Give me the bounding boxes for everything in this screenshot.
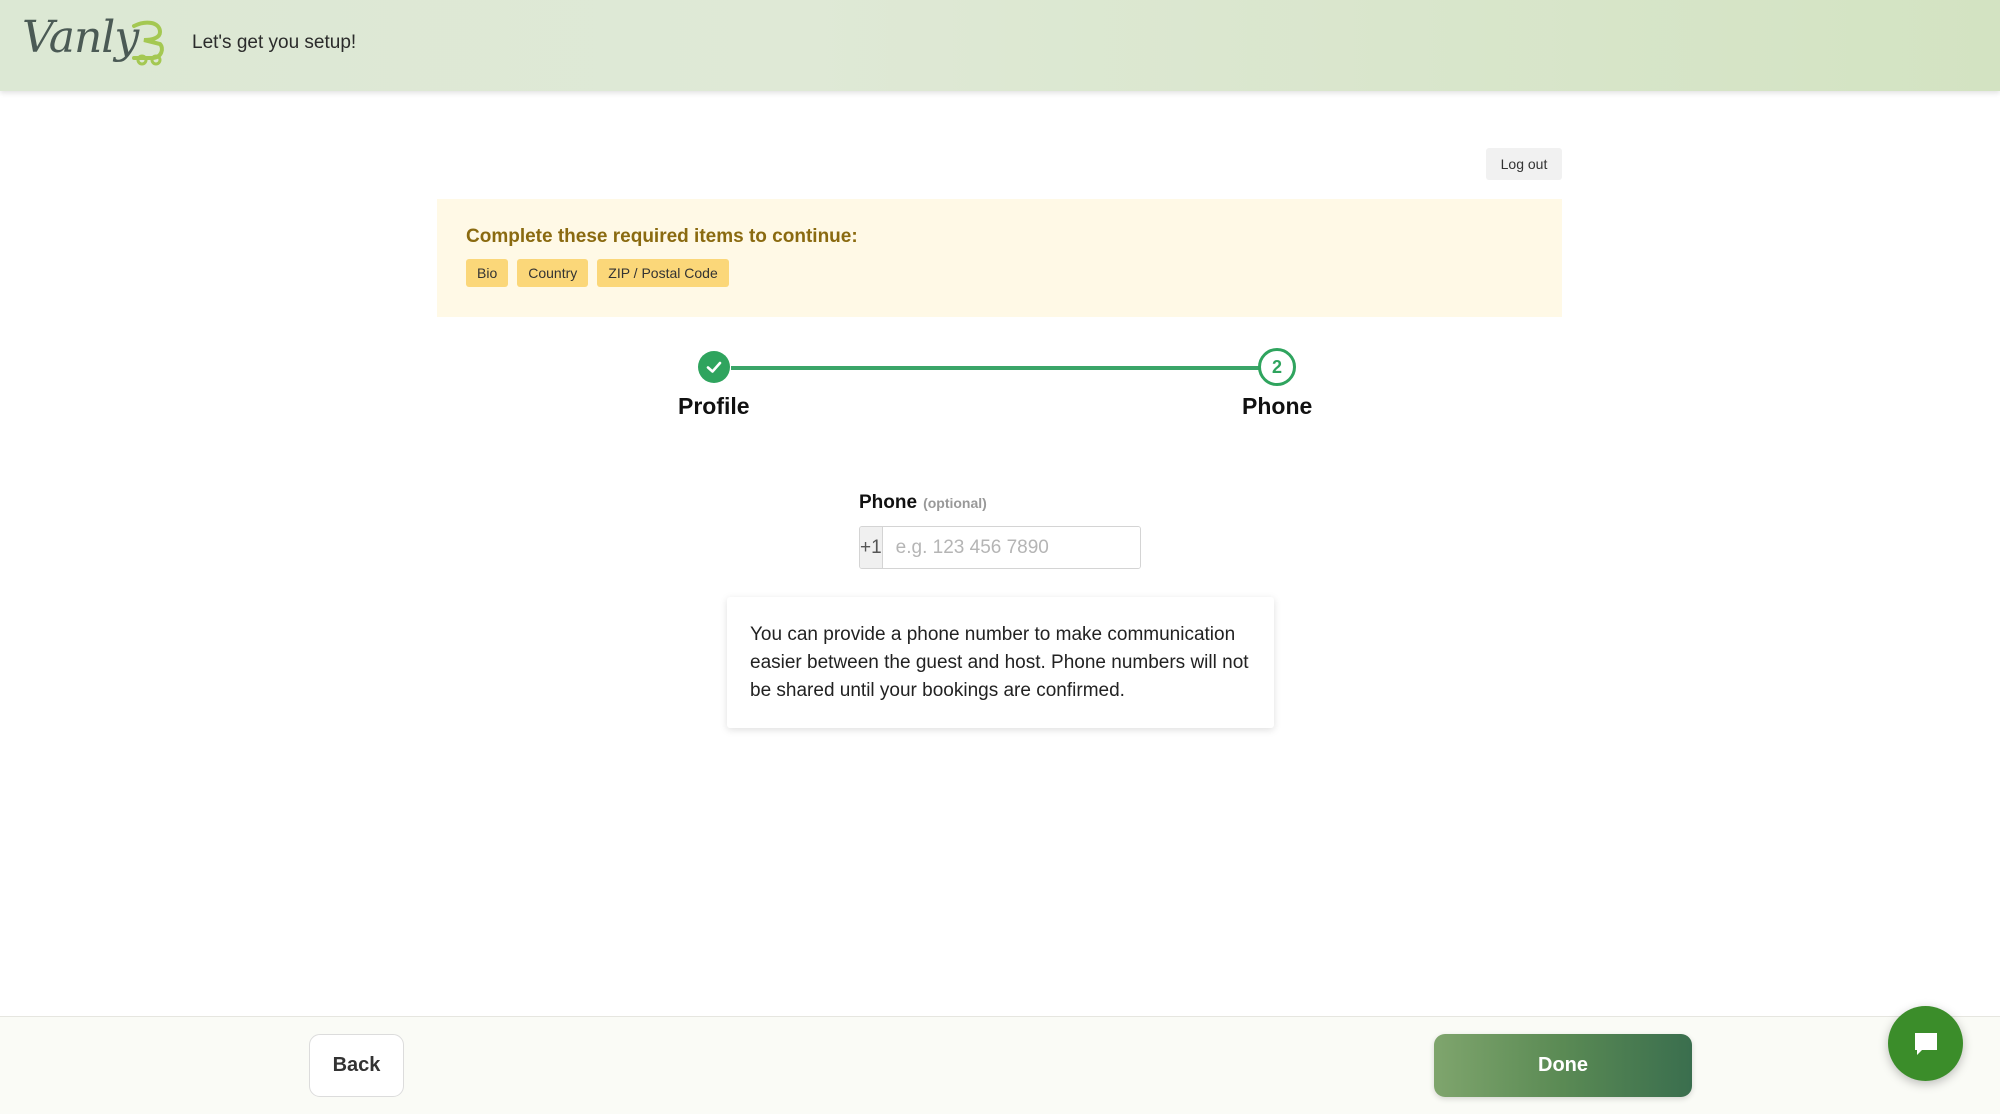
top-header: Vanly Let's get you setup! bbox=[0, 0, 2000, 91]
required-tag-bio[interactable]: Bio bbox=[466, 259, 509, 287]
phone-info-text: You can provide a phone number to make c… bbox=[750, 624, 1249, 701]
done-button[interactable]: Done bbox=[1434, 1034, 1692, 1097]
vanly-logo[interactable]: Vanly bbox=[22, 12, 166, 74]
step-phone-marker[interactable]: 2 bbox=[1258, 348, 1296, 386]
phone-info-card: You can provide a phone number to make c… bbox=[727, 597, 1274, 728]
van-logo-icon bbox=[132, 20, 164, 66]
required-tag-country[interactable]: Country bbox=[517, 259, 589, 287]
logout-button[interactable]: Log out bbox=[1486, 148, 1562, 180]
stepper-connector bbox=[731, 366, 1259, 370]
chat-bubble-icon bbox=[1914, 1032, 1937, 1055]
required-tag-zip[interactable]: ZIP / Postal Code bbox=[597, 259, 729, 287]
header-subtitle: Let's get you setup! bbox=[192, 32, 357, 53]
phone-input[interactable] bbox=[882, 527, 1140, 568]
phone-label-text: Phone bbox=[859, 492, 918, 513]
back-button[interactable]: Back bbox=[309, 1034, 404, 1097]
phone-field-label: Phone (optional) bbox=[859, 492, 987, 514]
required-items-notice: Complete these required items to continu… bbox=[437, 199, 1562, 317]
notice-title: Complete these required items to continu… bbox=[466, 226, 858, 247]
phone-optional-hint: (optional) bbox=[923, 495, 987, 511]
phone-input-group: +1 bbox=[859, 526, 1141, 569]
logo-wordmark: Vanly bbox=[22, 12, 139, 63]
check-icon bbox=[706, 361, 722, 373]
footer-bar bbox=[0, 1016, 2000, 1114]
step-phone-label: Phone bbox=[1242, 393, 1313, 419]
step-profile-marker[interactable] bbox=[698, 351, 730, 383]
required-tags: Bio Country ZIP / Postal Code bbox=[466, 259, 729, 287]
step-profile-label: Profile bbox=[678, 393, 750, 419]
country-code-prefix: +1 bbox=[860, 527, 883, 568]
chat-launcher-button[interactable] bbox=[1888, 1006, 1963, 1081]
